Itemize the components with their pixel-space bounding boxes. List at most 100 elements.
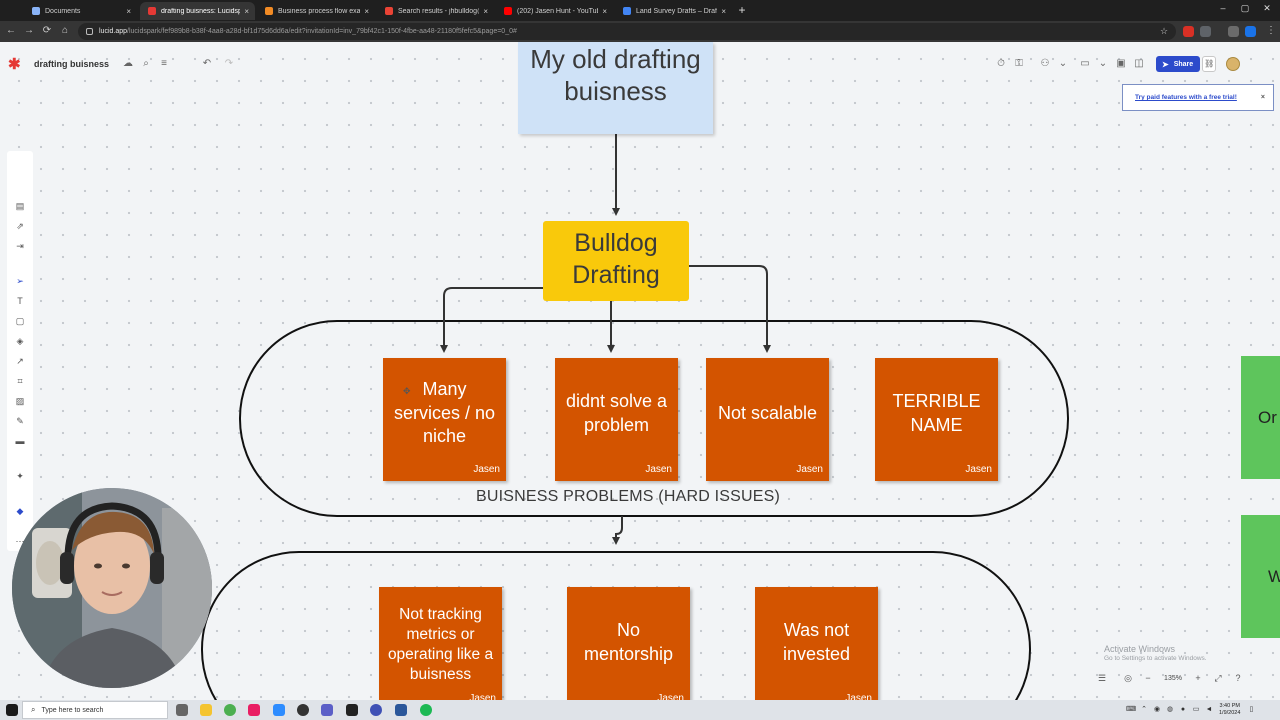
- frame-tool-icon[interactable]: ⌗: [14, 375, 26, 387]
- select-pointer-icon[interactable]: ➢: [14, 275, 26, 287]
- network-icon[interactable]: ▭: [1191, 705, 1201, 715]
- chevron-up-icon[interactable]: ⌃: [1139, 705, 1149, 715]
- sticky-note[interactable]: Not scalable Jasen: [706, 358, 829, 481]
- connector-to-scalable[interactable]: [686, 265, 771, 353]
- clock[interactable]: 3:40 PM 1/9/2024: [1219, 703, 1240, 717]
- tab-gmail[interactable]: Search results - jhbulldog@gmail ×: [377, 2, 494, 20]
- zoom-app-icon[interactable]: [273, 704, 285, 716]
- undo-icon[interactable]: ↶: [198, 55, 216, 73]
- zoom-out-button[interactable]: −: [1138, 673, 1158, 683]
- help-icon[interactable]: ?: [1228, 673, 1248, 683]
- app-icon[interactable]: [370, 704, 382, 716]
- share-button[interactable]: ➤ Share: [1156, 56, 1201, 72]
- copy-link-icon[interactable]: ⛓: [1202, 56, 1217, 72]
- extension-icon[interactable]: [1183, 26, 1194, 37]
- tab-land-survey[interactable]: Land Survey Drafts – Drafting & ... ×: [615, 2, 732, 20]
- ai-sparkle-icon[interactable]: ✦: [14, 470, 26, 482]
- volume-icon[interactable]: ◄: [1204, 705, 1214, 715]
- bookmark-star-icon[interactable]: ☆: [1157, 24, 1171, 38]
- group-label[interactable]: BUISNESS PROBLEMS (HARD ISSUES): [430, 488, 826, 506]
- green-sticky-note[interactable]: Or: [1241, 356, 1280, 479]
- image-tool-icon[interactable]: ▨: [14, 395, 26, 407]
- file-explorer-icon[interactable]: [200, 704, 212, 716]
- minimap-icon[interactable]: ◎: [1118, 673, 1138, 684]
- forward-icon[interactable]: →: [22, 24, 36, 38]
- tab-close-icon[interactable]: ×: [244, 7, 249, 16]
- sticky-note[interactable]: Not tracking metrics or operating like a…: [379, 587, 502, 700]
- video-call-icon[interactable]: ◫: [1130, 55, 1148, 73]
- app-icon[interactable]: [248, 704, 260, 716]
- close-icon[interactable]: ×: [1261, 94, 1265, 101]
- taskbar-search-input[interactable]: ⌕ Type here to search: [22, 701, 168, 719]
- trial-link[interactable]: Try paid features with a free trial!: [1135, 94, 1237, 101]
- tab-close-icon[interactable]: ×: [483, 7, 488, 16]
- title-sticky-note[interactable]: My old drafting buisness: [518, 42, 713, 134]
- shapes-tool-icon[interactable]: ◈: [14, 335, 26, 347]
- sticky-note[interactable]: didnt solve a problem Jasen: [555, 358, 678, 481]
- tab-close-icon[interactable]: ×: [364, 7, 369, 16]
- notification-icon[interactable]: ▯: [1246, 705, 1256, 715]
- spotify-icon[interactable]: [420, 704, 432, 716]
- lucid-logo[interactable]: ✱: [8, 55, 26, 73]
- zoom-level[interactable]: 135%: [1158, 675, 1188, 682]
- extension-puzzle-icon[interactable]: [1200, 26, 1211, 37]
- lock-icon[interactable]: ⚿: [1010, 55, 1028, 73]
- text-tool-icon[interactable]: T: [14, 295, 26, 307]
- collaborators-icon[interactable]: ⚇: [1036, 55, 1054, 73]
- tab-close-icon[interactable]: ×: [126, 7, 131, 16]
- card-tool-icon[interactable]: ▬: [14, 435, 26, 447]
- microphone-icon[interactable]: ●: [1178, 705, 1188, 715]
- pen-tool-icon[interactable]: ✎: [14, 415, 26, 427]
- rocket-icon[interactable]: ⇗: [14, 220, 26, 232]
- line-tool-icon[interactable]: ↗: [14, 355, 26, 367]
- chevron-down-icon[interactable]: ⌄: [1094, 55, 1112, 73]
- present-icon[interactable]: ▣: [1112, 55, 1130, 73]
- tab-youtube[interactable]: (202) Jasen Hunt - YouTube ×: [496, 2, 613, 20]
- search-icon[interactable]: ⌕: [137, 55, 155, 73]
- avatar[interactable]: [1226, 57, 1241, 71]
- menu-kebab-icon[interactable]: ⋮: [1264, 24, 1278, 38]
- sticky-note-tool-icon[interactable]: ▢: [14, 315, 26, 327]
- minimize-icon[interactable]: –: [1216, 3, 1230, 13]
- teams-icon[interactable]: [321, 704, 333, 716]
- tab-documents[interactable]: Documents ×: [24, 2, 137, 20]
- task-view-icon[interactable]: [176, 704, 188, 716]
- connector-group-to-group[interactable]: [612, 516, 623, 545]
- green-sticky-note[interactable]: W: [1241, 515, 1280, 638]
- word-icon[interactable]: [395, 704, 407, 716]
- hamburger-menu-icon[interactable]: ≡: [155, 55, 173, 73]
- cloud-saved-icon[interactable]: ☁: [119, 55, 137, 73]
- templates-icon[interactable]: ▤: [14, 200, 26, 212]
- zoom-in-button[interactable]: +: [1188, 673, 1208, 683]
- notion-icon[interactable]: [346, 704, 358, 716]
- outline-list-icon[interactable]: ☰: [1092, 673, 1112, 684]
- sticky-note[interactable]: Was not invested Jasen: [755, 587, 878, 700]
- integration-icon[interactable]: ◆: [14, 505, 26, 517]
- close-window-icon[interactable]: ✕: [1260, 3, 1274, 14]
- app-icon[interactable]: [297, 704, 309, 716]
- timer-icon[interactable]: ⏱: [992, 55, 1010, 73]
- redo-icon[interactable]: ↷: [220, 55, 238, 73]
- comment-icon[interactable]: ▭: [1076, 55, 1094, 73]
- windows-start-icon[interactable]: [6, 704, 18, 716]
- home-icon[interactable]: ⌂: [58, 24, 72, 38]
- sticky-note[interactable]: TERRIBLE NAME Jasen: [875, 358, 998, 481]
- tab-business-process[interactable]: Business process flow examples ×: [257, 2, 375, 20]
- extension-icon[interactable]: [1245, 26, 1256, 37]
- maximize-icon[interactable]: ▢: [1238, 3, 1252, 14]
- reload-icon[interactable]: ⟳: [40, 24, 54, 38]
- chrome-icon[interactable]: [224, 704, 236, 716]
- tab-close-icon[interactable]: ×: [721, 7, 726, 16]
- sticky-note[interactable]: Many services / no niche Jasen: [383, 358, 506, 481]
- sticky-note[interactable]: No mentorship Jasen: [567, 587, 690, 700]
- url-input[interactable]: lucid.app /lucidspark/fef989b8-b38f-4aa8…: [78, 23, 1176, 40]
- fit-screen-icon[interactable]: ⤢: [1208, 673, 1228, 684]
- back-icon[interactable]: ←: [4, 24, 18, 38]
- connector-to-niche[interactable]: [440, 287, 548, 353]
- import-icon[interactable]: ⇥: [14, 240, 26, 252]
- sidepanel-icon[interactable]: [1228, 26, 1239, 37]
- company-box[interactable]: Bulldog Drafting: [543, 221, 689, 301]
- document-title[interactable]: drafting buisness: [34, 59, 109, 69]
- chevron-down-icon[interactable]: ⌄: [1054, 55, 1072, 73]
- app-tray-icon[interactable]: ◍: [1165, 705, 1175, 715]
